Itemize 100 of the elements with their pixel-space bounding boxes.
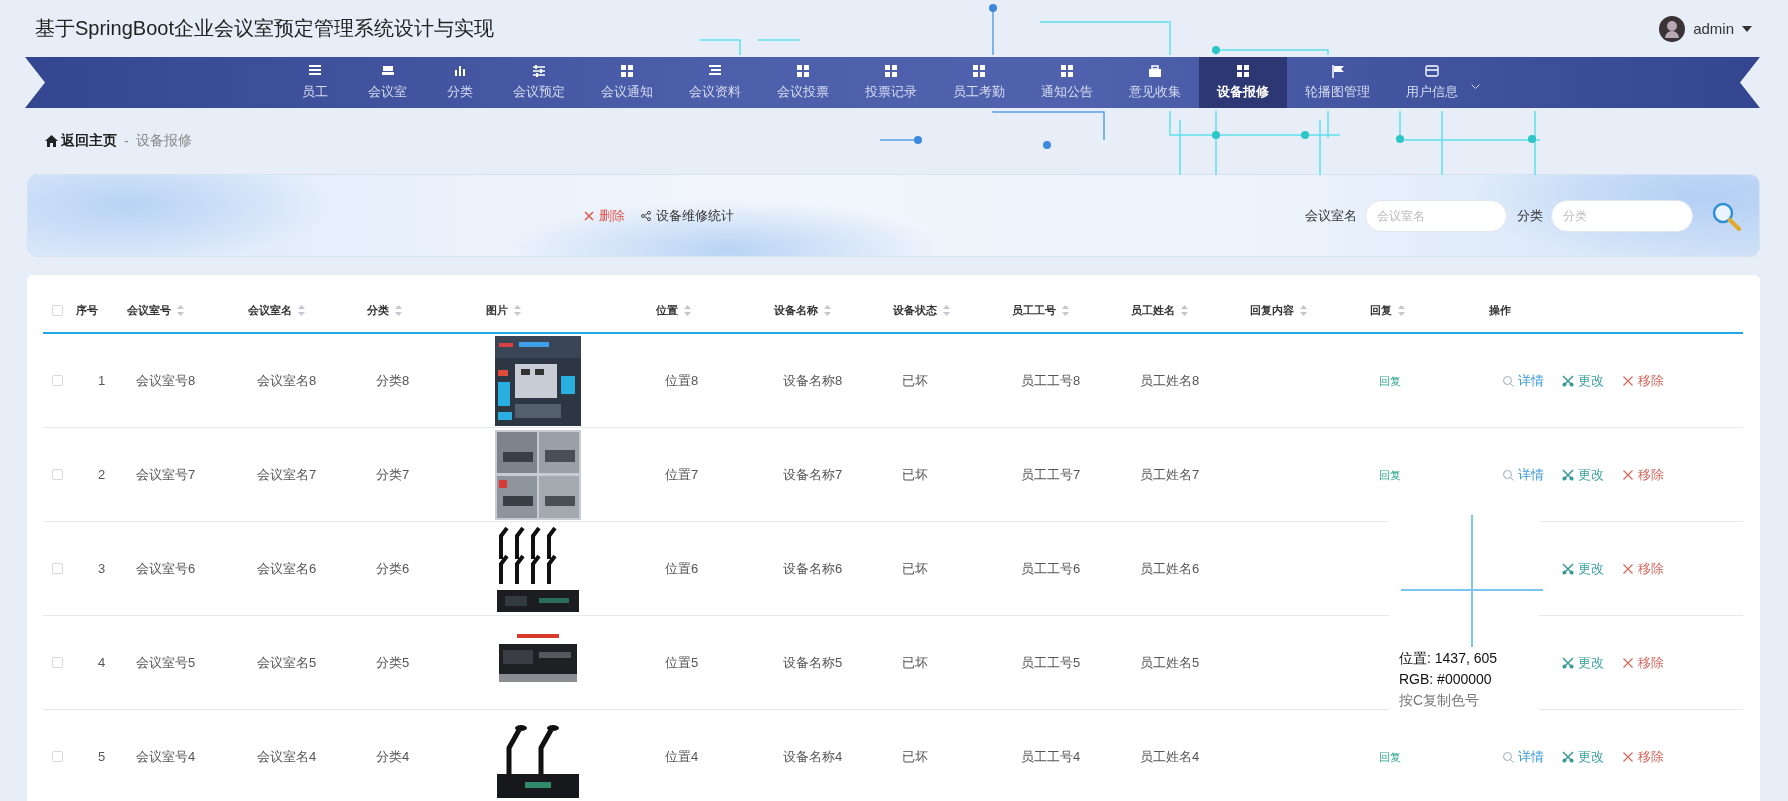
table-cell: 会议室名5 — [257, 654, 317, 670]
nav-tab[interactable]: 会议资料 — [671, 57, 759, 108]
close-icon — [1622, 468, 1634, 481]
nav-tab[interactable]: 意见收集 — [1111, 57, 1199, 108]
card-icon — [1425, 64, 1439, 78]
caret-icon — [1742, 25, 1752, 32]
column-header[interactable]: 图片 — [486, 303, 508, 318]
edit-link[interactable]: 更改 — [1562, 371, 1622, 390]
cursor-position: 位置: 1437, 605 — [1399, 649, 1499, 668]
table-cell: 分类4 — [376, 748, 410, 764]
close-icon — [1622, 562, 1634, 575]
nav-tab[interactable]: 员工考勤 — [935, 57, 1023, 108]
table-cell: 员工姓名7 — [1140, 466, 1200, 482]
close-icon — [584, 210, 594, 221]
table-cell: 位置8 — [665, 372, 699, 388]
avatar-icon[interactable] — [1659, 15, 1686, 42]
remove-link[interactable]: 移除 — [1622, 465, 1682, 484]
table-cell: 分类7 — [376, 466, 410, 482]
remove-link[interactable]: 移除 — [1622, 747, 1682, 766]
column-header[interactable]: 回复内容 — [1250, 303, 1294, 318]
column-header[interactable]: 位置 — [656, 303, 678, 318]
flag-icon — [1330, 64, 1345, 78]
table-cell: 位置4 — [665, 748, 699, 764]
nav-tab[interactable]: 员工 — [280, 57, 350, 108]
table-cell: 员工工号5 — [1021, 654, 1081, 670]
column-header[interactable]: 分类 — [367, 303, 389, 318]
checkbox[interactable] — [52, 657, 63, 668]
column-header: 序号 — [76, 303, 98, 318]
nav-tab[interactable]: 设备报修 — [1199, 57, 1287, 108]
search-field[interactable]: 会议室名 — [1365, 199, 1507, 232]
table-cell: 会议室号6 — [136, 560, 196, 576]
table-cell: 设备名称8 — [783, 372, 843, 388]
home-link[interactable]: 返回主页 — [45, 132, 117, 150]
table-cell: 位置5 — [665, 654, 699, 670]
nav-tab[interactable]: 会议室 — [350, 57, 425, 108]
list-icon — [308, 64, 322, 78]
close-icon — [1622, 750, 1634, 763]
table-cell: 会议室号4 — [136, 748, 196, 764]
column-header[interactable]: 设备状态 — [893, 303, 937, 318]
checkbox[interactable] — [52, 751, 63, 762]
remove-link[interactable]: 移除 — [1622, 559, 1682, 578]
detail-link[interactable]: 详情 — [1502, 747, 1562, 766]
table-cell: 位置6 — [665, 560, 699, 576]
table-cell: 员工工号8 — [1021, 372, 1081, 388]
table-cell: 会议室名6 — [257, 560, 317, 576]
app-title: 基于SpringBoot企业会议室预定管理系统设计与实现 — [35, 16, 494, 41]
detail-link[interactable]: 详情 — [1502, 465, 1562, 484]
checkbox[interactable] — [52, 563, 63, 574]
checkbox[interactable] — [52, 305, 63, 316]
filter-label: 会议室名 — [1305, 206, 1357, 225]
table-cell: 员工姓名5 — [1140, 654, 1200, 670]
scissors-icon — [1562, 656, 1574, 669]
column-header[interactable]: 会议室名 — [248, 303, 292, 318]
table-cell: 已坏 — [902, 748, 928, 764]
crosshair-icon — [1399, 513, 1545, 648]
grid-icon — [1060, 64, 1074, 78]
search-field[interactable]: 分类 — [1551, 199, 1693, 232]
table-cell: 位置7 — [665, 466, 699, 482]
table-cell: 设备名称4 — [783, 748, 843, 764]
copy-hint: 按C复制色号 — [1399, 691, 1481, 710]
reply-button[interactable]: 回复 — [1379, 750, 1401, 763]
column-header[interactable]: 会议室号 — [127, 303, 171, 318]
grid-icon — [1236, 64, 1250, 78]
edit-link[interactable]: 更改 — [1562, 653, 1622, 672]
user-name[interactable]: admin — [1693, 20, 1734, 37]
statistics-button[interactable]: 设备维修统计 — [641, 206, 734, 225]
nav-tab[interactable]: 会议通知 — [583, 57, 671, 108]
nav-tab[interactable]: 会议投票 — [759, 57, 847, 108]
reply-button[interactable]: 回复 — [1379, 468, 1401, 481]
edit-link[interactable]: 更改 — [1562, 747, 1622, 766]
table-cell: 设备名称6 — [783, 560, 843, 576]
table-cell: 员工姓名4 — [1140, 748, 1200, 764]
remove-link[interactable]: 移除 — [1622, 653, 1682, 672]
bar-chart-icon — [453, 64, 467, 78]
search-icon — [1502, 750, 1514, 763]
grid-icon — [972, 64, 986, 78]
nav-tab[interactable]: 通知公告 — [1023, 57, 1111, 108]
edit-link[interactable]: 更改 — [1562, 559, 1622, 578]
column-header[interactable]: 回复 — [1370, 303, 1392, 318]
search-icon[interactable] — [1711, 200, 1741, 231]
column-header[interactable]: 员工姓名 — [1131, 303, 1175, 318]
table-cell: 员工工号7 — [1021, 466, 1081, 482]
reply-button[interactable]: 回复 — [1379, 374, 1401, 387]
checkbox[interactable] — [52, 469, 63, 480]
nav-tab[interactable]: 会议预定 — [495, 57, 583, 108]
column-header[interactable]: 员工工号 — [1012, 303, 1056, 318]
column-header[interactable]: 设备名称 — [774, 303, 818, 318]
table-cell: 会议室号8 — [136, 372, 196, 388]
search-icon — [1502, 374, 1514, 387]
delete-button[interactable]: 删除 — [584, 206, 625, 225]
checkbox[interactable] — [52, 375, 63, 386]
nav-tab[interactable]: 投票记录 — [847, 57, 935, 108]
detail-link[interactable]: 详情 — [1502, 371, 1562, 390]
grid-icon — [796, 64, 810, 78]
nav-tab[interactable]: 分类 — [425, 57, 495, 108]
edit-link[interactable]: 更改 — [1562, 465, 1622, 484]
nav-tab[interactable]: 轮播图管理 — [1287, 57, 1388, 108]
remove-link[interactable]: 移除 — [1622, 371, 1682, 390]
nav-tab[interactable]: 用户信息 — [1388, 57, 1488, 108]
table-cell: 员工工号4 — [1021, 748, 1081, 764]
